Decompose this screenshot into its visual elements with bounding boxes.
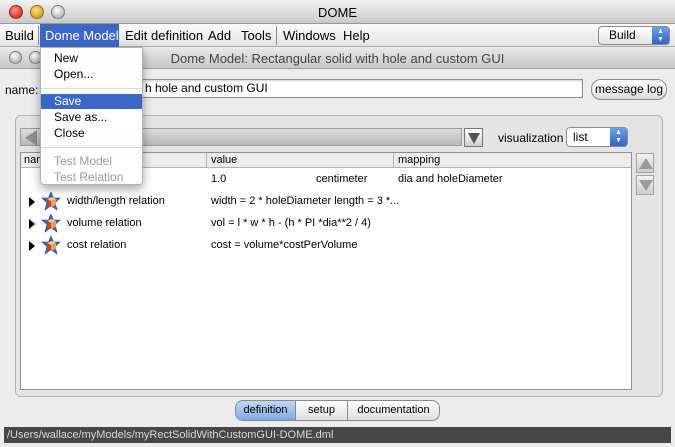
column-header-value[interactable]: value [211,154,237,166]
menu-separator [41,88,142,89]
window-title: DOME [318,5,357,20]
select-arrows-icon: ▲ ▼ [652,27,669,44]
row-value: width = 2 * holeDiameter length = 3 *... [211,195,400,207]
relation-cube-icon [41,192,61,211]
row-value: cost = volume*costPerVolume [211,239,358,251]
menu-build[interactable]: Build [5,24,34,47]
menu-item-test-model: Test Model [54,154,113,168]
menu-item-save-as[interactable]: Save as... [41,110,142,125]
menu-separator [41,147,142,148]
down-arrow-icon [639,180,653,191]
table-row[interactable]: cost relation cost = volume*costPerVolum… [21,235,631,257]
select-arrows-icon: ▲ ▼ [610,128,627,146]
visualization-label: visualization [498,131,564,145]
tab-setup[interactable]: setup [295,400,348,421]
menu-help[interactable]: Help [343,24,370,47]
window-title-bar: DOME [0,0,675,24]
disclosure-triangle-icon[interactable] [29,219,35,229]
dome-model-menu: New Open... Save Save as... Close Test M… [40,47,143,185]
row-name: width/length relation [67,195,165,207]
move-down-button[interactable] [636,175,654,195]
menu-item-save[interactable]: Save [41,94,142,109]
menu-windows[interactable]: Windows [283,24,336,47]
navigate-down-button[interactable] [464,128,483,147]
tab-definition[interactable]: definition [235,400,296,421]
move-up-button[interactable] [636,153,654,173]
menu-separator [38,26,39,45]
column-header-mapping[interactable]: mapping [398,154,440,166]
menu-separator [276,26,277,45]
menu-item-close[interactable]: Close [41,126,142,141]
menu-item-test-relation: Test Relation [54,170,124,184]
tab-documentation[interactable]: documentation [347,400,440,421]
menu-bar: Build Dome Model Edit definition Add Too… [0,24,675,47]
row-value: vol = l * w * h - (h * PI *dia**2 / 4) [211,217,371,229]
menu-item-new[interactable]: New [41,51,142,66]
visualization-select[interactable]: list ▲ ▼ [566,127,628,147]
model-table: nam value mapping 1.0 centimeter dia and… [20,152,632,390]
column-separator [206,153,207,168]
row-name: volume relation [67,217,142,229]
up-arrow-icon [639,158,653,169]
down-triangle-icon [468,133,480,144]
column-separator [393,153,394,168]
build-mode-select[interactable]: Build ▲ ▼ [598,26,670,45]
disclosure-triangle-icon[interactable] [29,241,35,251]
back-arrow-icon[interactable] [25,130,37,146]
relation-cube-icon [41,214,61,233]
table-row[interactable]: volume relation vol = l * w * h - (h * P… [21,213,631,235]
row-name: cost relation [67,239,127,251]
name-label: name: [5,83,39,97]
menu-dome-model[interactable]: Dome Model [40,24,119,47]
menu-item-open[interactable]: Open... [41,67,142,82]
visualization-value: list [573,130,588,144]
menu-tools[interactable]: Tools [241,24,271,47]
table-row[interactable]: width/length relation width = 2 * holeDi… [21,191,631,213]
menu-add[interactable]: Add [208,24,231,47]
menu-edit-definition[interactable]: Edit definition [125,24,203,47]
row-value: 1.0 [211,173,227,185]
row-mapping: dia and holeDiameter [398,173,503,185]
message-log-button[interactable]: message log [591,79,667,100]
row-unit: centimeter [316,173,368,185]
relation-cube-icon [41,236,61,255]
file-path-status: /Users/wallace/myModels/myRectSolidWithC… [4,427,671,443]
build-mode-value: Build [609,28,636,42]
disclosure-triangle-icon[interactable] [29,197,35,207]
